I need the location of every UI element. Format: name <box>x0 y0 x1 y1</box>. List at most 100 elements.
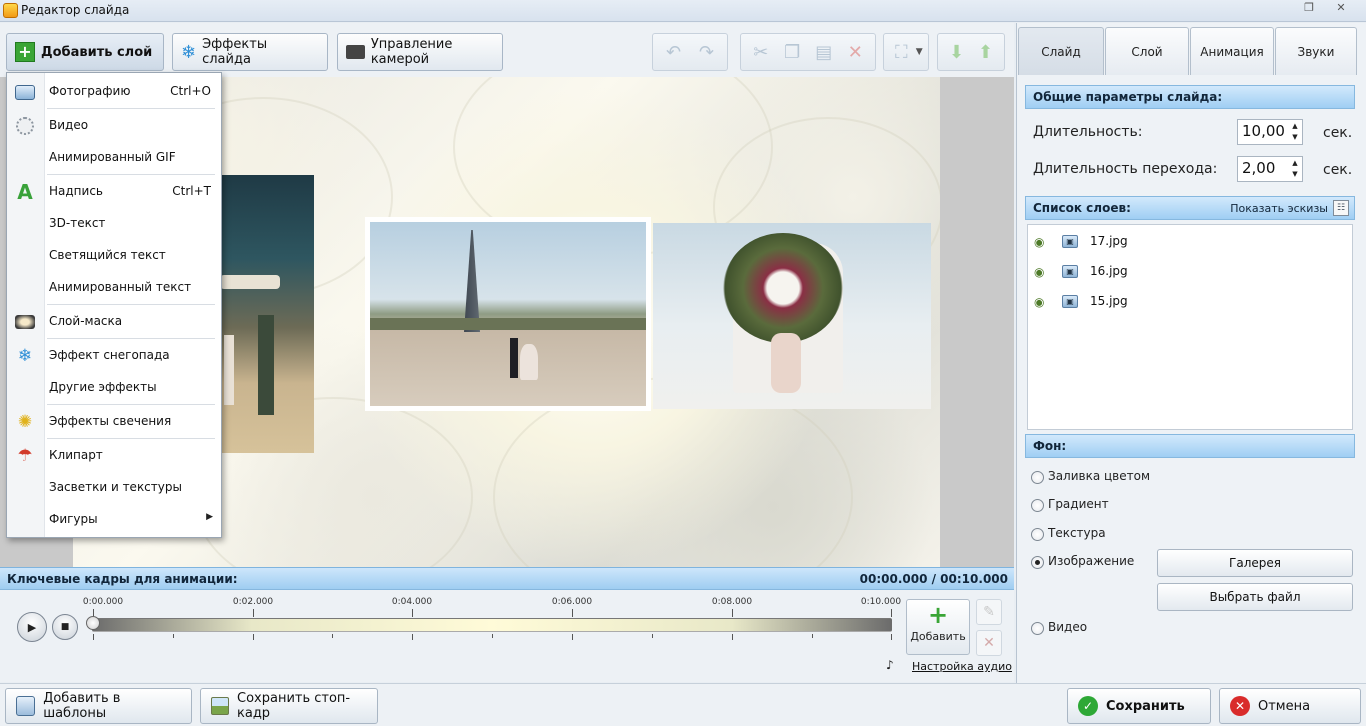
save-frame-button[interactable]: Сохранить стоп-кадр <box>200 688 378 724</box>
menu-item-animated-text[interactable]: Анимированный текст <box>7 275 221 301</box>
camera-control-button[interactable]: Управление камерой <box>337 33 503 71</box>
delete-keyframe-icon[interactable]: ✕ <box>976 630 1002 656</box>
edit-keyframe-icon[interactable]: ✎ <box>976 599 1002 625</box>
timeline-tick <box>732 609 733 617</box>
timeline-track[interactable] <box>92 618 892 632</box>
tab-sounds[interactable]: Звуки <box>1275 27 1357 75</box>
transition-duration-stepper[interactable]: 2,00 ▲ ▼ <box>1237 156 1303 182</box>
menu-item-snowfall[interactable]: ❄ Эффект снегопада <box>7 343 221 369</box>
cancel-button[interactable]: ✕ Отмена <box>1219 688 1361 724</box>
radio-button[interactable] <box>1031 499 1044 512</box>
radio-button-selected[interactable] <box>1031 556 1044 569</box>
menu-item-glowing-text[interactable]: Светящийся текст <box>7 243 221 269</box>
move-up-icon[interactable]: ⬆ <box>974 40 998 64</box>
add-layer-menu: Фотографию Ctrl+O Видео Анимированный GI… <box>6 72 222 538</box>
add-layer-label: Добавить слой <box>41 44 153 60</box>
menu-separator <box>47 404 215 405</box>
menu-item-mask-layer[interactable]: Слой-маска <box>7 309 221 335</box>
chevron-right-icon: ▶ <box>206 512 213 522</box>
timeline-tick <box>891 634 892 640</box>
timeline-tick <box>891 609 892 617</box>
audio-settings-link[interactable]: Настройка аудио <box>912 660 1012 673</box>
timeline-tick <box>732 634 733 640</box>
menu-item-video[interactable]: Видео <box>7 113 221 139</box>
menu-item-3d-text[interactable]: 3D-текст <box>7 211 221 237</box>
timeline-tick <box>332 634 333 638</box>
stepper-arrows-icon[interactable]: ▲ ▼ <box>1290 121 1300 143</box>
redo-icon[interactable]: ↷ <box>695 40 719 64</box>
edit-group: ✂ ❐ ▤ ✕ <box>740 33 876 71</box>
choose-file-button[interactable]: Выбрать файл <box>1157 583 1353 611</box>
add-keyframe-button[interactable]: + Добавить <box>906 599 970 655</box>
stepper-arrows-icon[interactable]: ▲ ▼ <box>1290 158 1300 180</box>
eye-icon[interactable]: ◉ <box>1034 295 1050 309</box>
menu-item-lights-textures[interactable]: Засветки и текстуры <box>7 475 221 501</box>
tab-layer[interactable]: Слой <box>1105 27 1189 75</box>
menu-item-clipart[interactable]: ☂ Клипарт <box>7 443 221 469</box>
timeline-tick <box>572 634 573 640</box>
show-thumbnails-link[interactable]: Показать эскизы <box>1230 202 1328 215</box>
timeline-tick <box>253 634 254 640</box>
duration-label: Длительность: <box>1033 124 1143 140</box>
gallery-button[interactable]: Галерея <box>1157 549 1353 577</box>
undo-redo-group: ↶ ↷ <box>652 33 728 71</box>
menu-item-photo[interactable]: Фотографию Ctrl+O <box>7 79 221 105</box>
menu-item-glow-effects[interactable]: ✺ Эффекты свечения <box>7 409 221 435</box>
timeline-tick <box>652 634 653 638</box>
timeline-playhead[interactable] <box>86 616 100 630</box>
timeline-tick <box>572 609 573 617</box>
list-item[interactable]: ◉ ▣ 16.jpg <box>1032 261 1332 283</box>
snowflake-icon: ❄ <box>181 41 197 63</box>
thumbnails-icon[interactable]: ☷ <box>1333 200 1349 216</box>
paste-icon[interactable]: ▤ <box>812 40 836 64</box>
restore-icon[interactable]: ❐ <box>1296 0 1322 18</box>
radio-button[interactable] <box>1031 622 1044 635</box>
save-button[interactable]: ✓ Сохранить <box>1067 688 1211 724</box>
keyframes-header: Ключевые кадры для анимации: 00:00.000 /… <box>0 567 1014 590</box>
timeline-tick <box>253 609 254 617</box>
chevron-down-icon[interactable]: ▼ <box>916 47 923 57</box>
list-item[interactable]: ◉ ▣ 15.jpg <box>1032 291 1332 313</box>
menu-item-caption[interactable]: A Надпись Ctrl+T <box>7 179 221 205</box>
stop-icon: ■ <box>60 622 70 632</box>
layer-photo-16[interactable] <box>365 217 651 411</box>
timeline-tick-label: 0:02.000 <box>232 597 274 607</box>
radio-button[interactable] <box>1031 471 1044 484</box>
tab-animation[interactable]: Анимация <box>1190 27 1274 75</box>
timeline-tick <box>412 634 413 640</box>
duration-stepper[interactable]: 10,00 ▲ ▼ <box>1237 119 1303 145</box>
add-to-templates-button[interactable]: Добавить в шаблоны <box>5 688 192 724</box>
menu-item-animated-gif[interactable]: Анимированный GIF <box>7 145 221 171</box>
menu-item-shapes[interactable]: Фигуры ▶ <box>7 507 221 533</box>
fit-icon[interactable]: ⛶ <box>889 40 913 64</box>
slide-effects-button[interactable]: ❄ Эффекты слайда <box>172 33 328 71</box>
add-layer-button[interactable]: + Добавить слой <box>6 33 164 71</box>
umbrella-icon: ☂ <box>17 446 33 466</box>
layer-photo-17[interactable] <box>218 175 314 453</box>
play-icon: ▶ <box>27 620 37 634</box>
timeline-tick-label: 0:04.000 <box>391 597 433 607</box>
layer-photo-15[interactable] <box>653 223 931 409</box>
cut-icon[interactable]: ✂ <box>749 40 773 64</box>
timeline-tick <box>412 609 413 617</box>
timeline-tick-label: 0:06.000 <box>551 597 593 607</box>
play-button[interactable]: ▶ <box>17 612 47 642</box>
toolbar: + Добавить слой ❄ Эффекты слайда Управле… <box>0 23 1014 77</box>
undo-icon[interactable]: ↶ <box>662 40 686 64</box>
radio-button[interactable] <box>1031 528 1044 541</box>
delete-icon[interactable]: ✕ <box>843 40 867 64</box>
photo-icon: ▣ <box>1062 235 1078 248</box>
keyframes-time: 00:00.000 / 00:10.000 <box>859 572 1008 586</box>
eye-icon[interactable]: ◉ <box>1034 235 1050 249</box>
list-item[interactable]: ◉ ▣ 17.jpg <box>1032 231 1332 253</box>
order-group: ⬇ ⬆ <box>937 33 1005 71</box>
eye-icon[interactable]: ◉ <box>1034 265 1050 279</box>
menu-item-other-effects[interactable]: Другие эффекты <box>7 375 221 401</box>
close-icon[interactable]: ✕ <box>1328 0 1354 18</box>
timeline-tick-label: 0:08.000 <box>711 597 753 607</box>
tab-slide[interactable]: Слайд <box>1018 27 1104 75</box>
copy-icon[interactable]: ❐ <box>780 40 804 64</box>
move-down-icon[interactable]: ⬇ <box>945 40 969 64</box>
timeline-tick <box>173 634 174 638</box>
stop-button[interactable]: ■ <box>52 614 78 640</box>
